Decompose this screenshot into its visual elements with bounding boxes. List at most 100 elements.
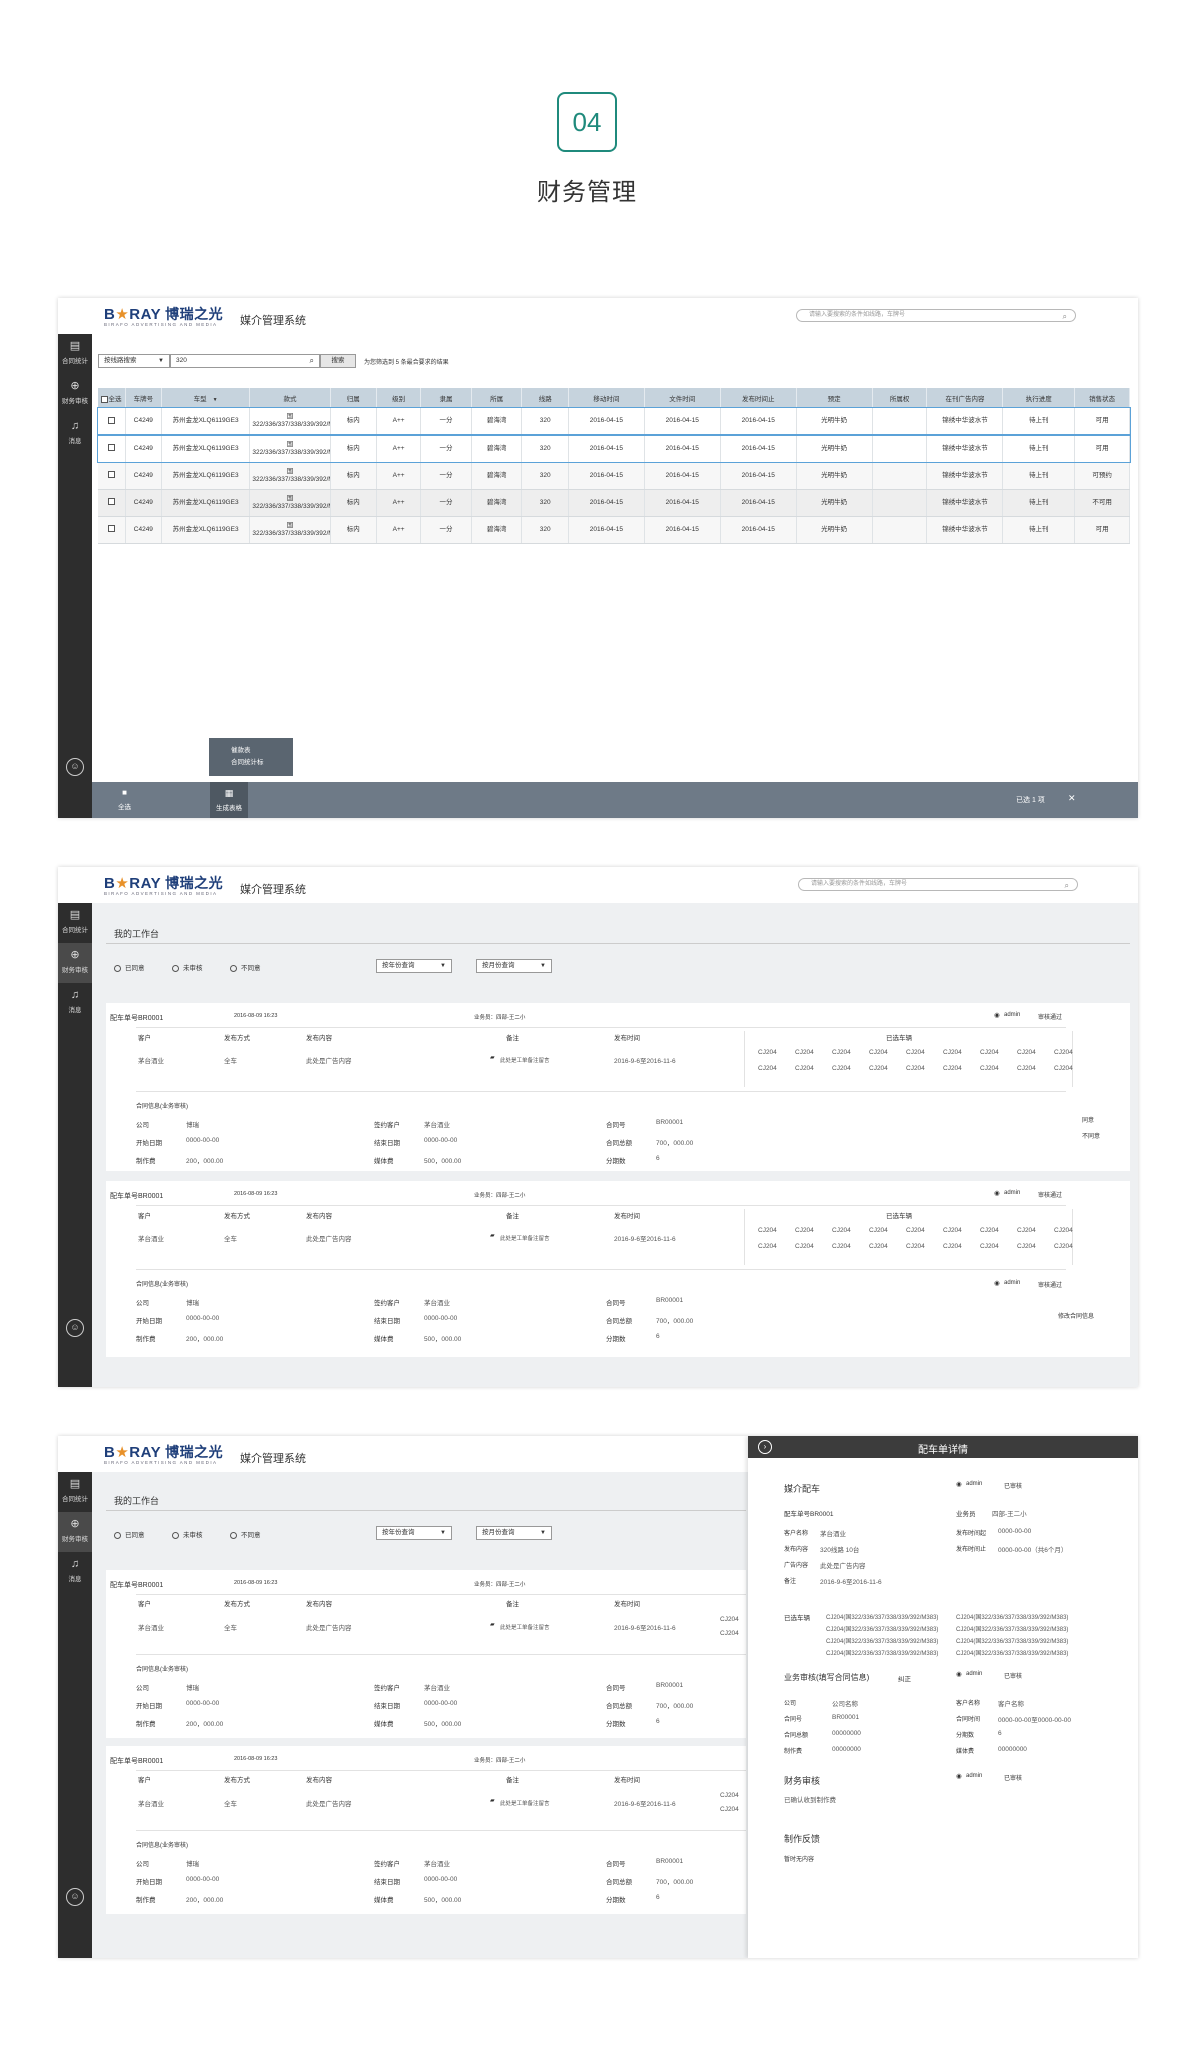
table-cell: 320	[521, 408, 569, 436]
close-icon[interactable]: ✕	[1068, 793, 1076, 804]
avatar[interactable]: ☺	[66, 758, 84, 776]
plate-chip: CJ204	[832, 1243, 851, 1250]
sidebar-item-messages[interactable]: ♫ 消息	[58, 1552, 92, 1592]
correct-button[interactable]: 纠正	[898, 1673, 911, 1683]
sidebar-item-contract-stats[interactable]: ▤ 合同统计	[58, 334, 92, 374]
row-checkbox[interactable]	[107, 471, 115, 479]
plate-chip: CJ204	[869, 1227, 888, 1234]
table-cell: 2016-04-15	[720, 462, 797, 490]
year-select[interactable]: 按年份查询 ▼	[376, 959, 452, 973]
select-all-button[interactable]: ■ 全选	[118, 788, 131, 811]
row-checkbox[interactable]	[107, 417, 115, 425]
month-select[interactable]: 按月份查询 ▼	[476, 1526, 552, 1540]
column-header: 线路	[521, 388, 569, 408]
order-number-link[interactable]: 配车单号BR0001	[110, 1756, 163, 1766]
col-client: 客户	[138, 1777, 151, 1784]
sidebar-item-finance-review[interactable]: ⊕ 财务审核	[58, 943, 92, 983]
table-row[interactable]: C4249 苏州金龙XLQ6119GE3 国322/336/337/338/339/…	[97, 407, 1131, 436]
row-checkbox[interactable]	[107, 498, 115, 506]
table-row[interactable]: C4249 苏州金龙XLQ6119GE3 国322/336/337/338/339/…	[97, 434, 1131, 463]
contract-field: 结束日期	[374, 1318, 400, 1325]
agree-button[interactable]: 同意	[1082, 1115, 1094, 1124]
content-value: 此处是广告内容	[306, 1236, 352, 1243]
search-icon[interactable]: ⌕	[1063, 311, 1067, 322]
order-number-link[interactable]: 配车单号BR0001	[110, 1013, 163, 1023]
table-row[interactable]: C4249 苏州金龙XLQ6119GE3 国322/336/337/338/339/…	[98, 516, 1130, 544]
row-checkbox[interactable]	[107, 444, 115, 452]
radio-rejected[interactable]: 不同意	[230, 962, 261, 972]
filter-select[interactable]: 按线路搜索 ▼	[98, 354, 170, 368]
logo-subtitle: BIRAFO ADVERTISING AND MEDIA	[104, 1460, 218, 1465]
table-cell: 可预约	[1074, 462, 1130, 490]
column-header[interactable]: 车型 ▼	[161, 388, 251, 408]
order-number-link[interactable]: 配车单号BR0001	[110, 1580, 163, 1590]
radio-circle[interactable]	[114, 1531, 121, 1539]
column-header[interactable]: 全选	[98, 388, 126, 408]
review-status: 审核通过	[1038, 1015, 1063, 1021]
admin-avatar-icon: ◉	[994, 1190, 1000, 1197]
sidebar-item-finance-review[interactable]: ⊕ 财务审核	[58, 374, 92, 414]
radio-circle[interactable]	[172, 964, 179, 972]
table-cell: 国322/336/337/338/339/392/M383	[249, 462, 331, 490]
radio-circle[interactable]	[114, 964, 121, 972]
order-number-link[interactable]: 配车单号BR0001	[784, 1508, 834, 1518]
note-value: 此处是工单备注留言	[500, 1801, 550, 1807]
radio-circle[interactable]	[172, 1531, 179, 1539]
global-search-input[interactable]: 请输入要搜索的条件如线路，车牌号 ⌕	[798, 878, 1078, 891]
table-cell: 碧海湾	[471, 489, 523, 517]
table-cell: 苏州金龙XLQ6119GE3	[161, 462, 251, 490]
row-checkbox[interactable]	[107, 525, 115, 533]
search-button[interactable]: 搜索	[320, 354, 356, 368]
menu-item-contract-stats[interactable]: 合同统计标	[231, 757, 293, 769]
filter-input[interactable]: 320 ⌕	[170, 354, 320, 368]
radio-rejected[interactable]: 不同意	[230, 1529, 261, 1539]
contract-field: 博瑞	[186, 1861, 199, 1868]
sidebar-item-label: 消息	[68, 438, 82, 445]
contract-field: 开始日期	[136, 1318, 162, 1325]
edit-contract-button[interactable]: 修改合同信息	[1058, 1311, 1094, 1320]
avatar[interactable]: ☺	[66, 1888, 84, 1906]
table-cell: 碧海湾	[471, 462, 523, 490]
contract-field: 媒体费	[374, 1897, 394, 1904]
month-select[interactable]: 按月份查询 ▼	[476, 959, 552, 973]
radio-pending[interactable]: 未审核	[172, 1529, 203, 1539]
radio-circle[interactable]	[230, 964, 237, 972]
table-row[interactable]: C4249 苏州金龙XLQ6119GE3 国322/336/337/338/339/…	[98, 489, 1130, 517]
plate-chip: CJ204	[1054, 1065, 1073, 1072]
table-cell: A++	[376, 489, 422, 517]
reject-button[interactable]: 不同意	[1082, 1131, 1100, 1140]
search-icon[interactable]: ⌕	[1065, 880, 1069, 891]
radio-agreed[interactable]: 已同意	[114, 1529, 145, 1539]
sidebar-item-contract-stats[interactable]: ▤ 合同统计	[58, 1472, 92, 1512]
table-cell: 碧海湾	[471, 435, 523, 463]
table-row[interactable]: C4249 苏州金龙XLQ6119GE3 国322/336/337/338/339/…	[98, 462, 1130, 490]
salesman: 业务员：四部-王二小	[474, 1758, 526, 1764]
client-value: 茅台酒业	[138, 1625, 164, 1632]
col-method: 发布方式	[224, 1035, 250, 1042]
contract-field: 分期数	[606, 1721, 626, 1728]
admin-name: admin	[1004, 1012, 1021, 1018]
order-number-link[interactable]: 配车单号BR0001	[110, 1191, 163, 1201]
year-select[interactable]: 按年份查询 ▼	[376, 1526, 452, 1540]
radio-circle[interactable]	[230, 1531, 237, 1539]
radio-pending[interactable]: 未审核	[172, 962, 203, 972]
table-cell: 320	[521, 489, 569, 517]
plate-chip: CJ204	[720, 1806, 739, 1813]
column-header: 归属	[330, 388, 377, 408]
table-cell: 2016-04-15	[568, 489, 645, 517]
radio-agreed[interactable]: 已同意	[114, 962, 145, 972]
avatar[interactable]: ☺	[66, 1319, 84, 1337]
sidebar-item-label: 财务审核	[62, 398, 88, 405]
sidebar-item-messages[interactable]: ♫ 消息	[58, 983, 92, 1023]
menu-item-dunning[interactable]: 催款表	[231, 745, 293, 757]
col-time: 发布时间	[614, 1035, 640, 1042]
global-search-input[interactable]: 请输入要搜索的条件如线路，车牌号 ⌕	[796, 309, 1076, 322]
generate-table-button[interactable]: ▦ 生成表格	[210, 782, 248, 818]
sidebar-item-messages[interactable]: ♫ 消息	[58, 414, 92, 454]
plate-chip: CJ204(国322/336/337/338/339/392/M383)	[826, 1639, 939, 1645]
detail-title: 配车单详情	[918, 1445, 968, 1456]
sidebar-item-contract-stats[interactable]: ▤ 合同统计	[58, 903, 92, 943]
table-cell: 标内	[330, 462, 377, 490]
bell-icon: ♫	[70, 989, 80, 1001]
sidebar-item-finance-review[interactable]: ⊕ 财务审核	[58, 1512, 92, 1552]
